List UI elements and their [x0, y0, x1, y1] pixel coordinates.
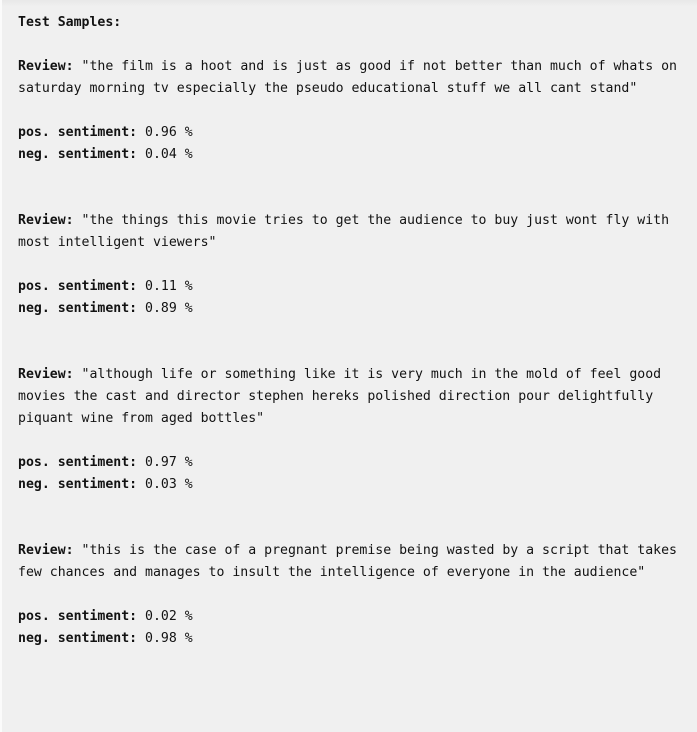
neg-sentiment-line: neg. sentiment: 0.04 %	[18, 144, 680, 166]
pos-sentiment-value: 0.96 %	[145, 125, 193, 140]
output-text-body: Test Samples: Review: "the film is a hoo…	[18, 12, 680, 650]
review-label: Review:	[18, 367, 82, 382]
pos-sentiment-value: 0.97 %	[145, 455, 193, 470]
top-edge-shade	[2, 0, 697, 7]
pos-sentiment-value: 0.11 %	[145, 279, 193, 294]
neg-sentiment-line: neg. sentiment: 0.03 %	[18, 474, 680, 496]
review-line: Review: "the film is a hoot and is just …	[18, 56, 680, 100]
pos-sentiment-line: pos. sentiment: 0.11 %	[18, 276, 680, 298]
sample-block: Review: "although life or something like…	[18, 364, 680, 496]
review-label: Review:	[18, 543, 82, 558]
pos-sentiment-value: 0.02 %	[145, 609, 193, 624]
review-label: Review:	[18, 213, 82, 228]
neg-sentiment-value: 0.98 %	[145, 631, 193, 646]
pos-sentiment-line: pos. sentiment: 0.02 %	[18, 606, 680, 628]
pos-sentiment-line: pos. sentiment: 0.97 %	[18, 452, 680, 474]
neg-sentiment-label: neg. sentiment:	[18, 301, 146, 316]
neg-sentiment-line: neg. sentiment: 0.89 %	[18, 298, 680, 320]
neg-sentiment-value: 0.04 %	[145, 147, 193, 162]
review-line: Review: "this is the case of a pregnant …	[18, 540, 680, 584]
pos-sentiment-label: pos. sentiment:	[18, 609, 146, 624]
pos-sentiment-line: pos. sentiment: 0.96 %	[18, 122, 680, 144]
sample-block: Review: "this is the case of a pregnant …	[18, 540, 680, 650]
neg-sentiment-label: neg. sentiment:	[18, 147, 146, 162]
text-output-panel: Test Samples: Review: "the film is a hoo…	[0, 0, 697, 732]
review-text: "this is the case of a pregnant premise …	[18, 543, 685, 580]
neg-sentiment-value: 0.03 %	[145, 477, 193, 492]
pos-sentiment-label: pos. sentiment:	[18, 455, 146, 470]
review-label: Review:	[18, 59, 82, 74]
neg-sentiment-label: neg. sentiment:	[18, 631, 146, 646]
pos-sentiment-label: pos. sentiment:	[18, 125, 146, 140]
neg-sentiment-label: neg. sentiment:	[18, 477, 146, 492]
review-line: Review: "the things this movie tries to …	[18, 210, 680, 254]
pos-sentiment-label: pos. sentiment:	[18, 279, 146, 294]
sample-block: Review: "the things this movie tries to …	[18, 210, 680, 320]
review-text: "the things this movie tries to get the …	[18, 213, 678, 250]
review-text: "although life or something like it is v…	[18, 367, 670, 426]
review-line: Review: "although life or something like…	[18, 364, 680, 430]
sample-block: Review: "the film is a hoot and is just …	[18, 56, 680, 166]
page-title: Test Samples:	[18, 15, 122, 30]
review-text: "the film is a hoot and is just as good …	[18, 59, 685, 96]
neg-sentiment-value: 0.89 %	[145, 301, 193, 316]
neg-sentiment-line: neg. sentiment: 0.98 %	[18, 628, 680, 650]
